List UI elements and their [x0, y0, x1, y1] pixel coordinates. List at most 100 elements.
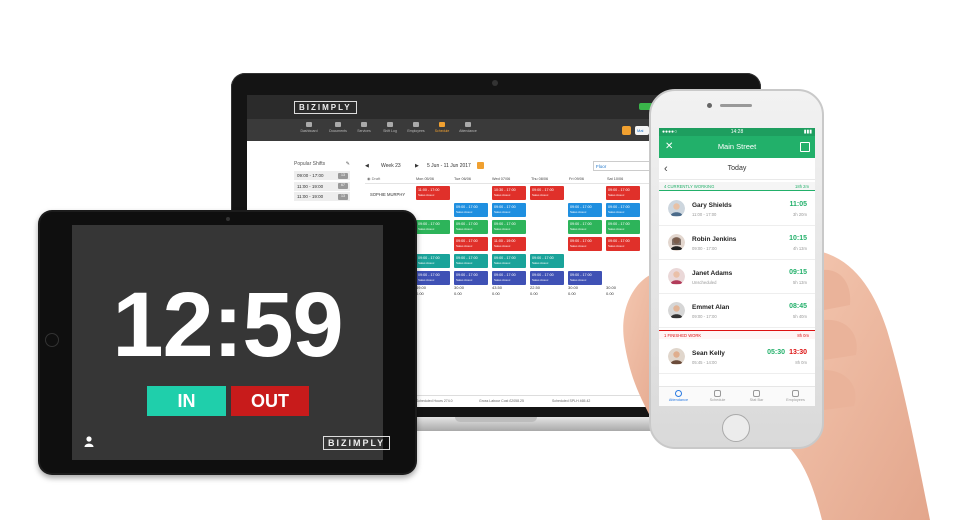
calendar-icon[interactable] [477, 162, 484, 169]
shift-block[interactable]: 09:00 - 17:00 Sales Assoc [454, 237, 488, 251]
scheduled-hours: Scheduled Hours 274.0 [416, 399, 453, 403]
tablet-logo: BIZIMPLY [323, 436, 391, 450]
draft-toggle[interactable]: ◉ Draft [367, 176, 380, 181]
avatar [668, 234, 685, 251]
shift-block[interactable]: 09:00 - 17:00 Sales Assoc [492, 271, 526, 285]
notification-icon[interactable] [622, 126, 631, 135]
laptop-notch [455, 417, 537, 422]
popular-shift-row[interactable]: 11:00 - 19:00 67 [294, 181, 350, 191]
attendance-icon [465, 122, 471, 127]
close-icon[interactable]: ✕ [665, 136, 673, 158]
shift-block[interactable]: 09:00 - 17:00 Sales Assoc [416, 220, 450, 234]
location-select[interactable]: Mai [635, 126, 649, 135]
employees-icon [413, 122, 419, 127]
shift-block[interactable]: 09:00 - 17:00 Sales Assoc [530, 186, 564, 200]
finished-section-header: 1 FINISHED WORK 8h 0m [659, 330, 815, 339]
shift-block[interactable]: 09:00 - 17:00 Sales Assoc [568, 237, 602, 251]
day-total: 22.50 0.00 [530, 285, 541, 296]
shift-block[interactable]: 09:00 - 17:00 Sales Assoc [606, 186, 640, 200]
shift-block[interactable]: 09:00 - 17:00 Sales Assoc [492, 220, 526, 234]
clock-in-button[interactable]: IN [147, 386, 226, 416]
next-week-icon[interactable]: ▶ [415, 163, 419, 169]
back-chevron-icon[interactable]: ‹ [664, 158, 668, 180]
shift-block[interactable]: 09:00 - 17:00 Sales Assoc [454, 220, 488, 234]
app-logo[interactable]: BIZIMPLY [294, 101, 357, 114]
shift-log-icon [387, 122, 393, 127]
tab-employees[interactable]: Employees [776, 390, 815, 402]
shift-block[interactable]: 11:00 - 19:00 Sales Assoc [492, 237, 526, 251]
tablet-screen: 12:59 IN OUT BIZIMPLY [72, 225, 391, 460]
shift-block[interactable]: 09:00 - 17:00 Sales Assoc [454, 271, 488, 285]
popular-shifts-title: Popular Shifts [294, 161, 326, 167]
day-total: 30.00 0.00 [568, 285, 579, 296]
battery-icon: ▮▮▮ [803, 129, 812, 135]
prev-week-icon[interactable]: ◀ [365, 163, 369, 169]
employee-row[interactable]: Sean Kelly 05:45 - 14:00 05:30 13:30 8h … [659, 340, 815, 374]
shift-block[interactable]: 09:00 - 17:00 Sales Assoc [416, 271, 450, 285]
status-time: 14:28 [730, 129, 744, 135]
labour-cost: Gross Labour Cost £2058.25 [479, 399, 524, 403]
shift-block[interactable]: 09:00 - 17:00 Sales Assoc [606, 203, 640, 217]
date-title: Today [727, 165, 747, 172]
week-label: Week 23 [381, 163, 401, 169]
employee-row[interactable]: Gary Shields 11:00 - 17:00 11:05 3h 20m [659, 192, 815, 226]
employee-name: SOPHIE MURPHY [370, 192, 406, 197]
clock-out-button[interactable]: OUT [231, 386, 309, 416]
date-bar: ‹ Today [659, 158, 815, 180]
shift-block[interactable]: 09:00 - 17:00 Sales Assoc [530, 271, 564, 285]
date-range: 5 Jun - 11 Jun 2017 [427, 163, 471, 169]
phone-camera [707, 103, 712, 108]
nav-dashboard[interactable]: Dashboard [294, 122, 324, 133]
tab-schedule[interactable]: Schedule [698, 390, 737, 402]
tablet-home-button[interactable] [45, 333, 59, 347]
phone-header: ✕ Main Street [659, 136, 815, 158]
shift-block[interactable]: 09:00 - 17:00 Sales Assoc [568, 271, 602, 285]
popular-shift-row[interactable]: 11:00 - 19:00 13 [294, 192, 350, 201]
avatar [668, 268, 685, 285]
header-title: Main Street [717, 142, 757, 151]
shift-block[interactable]: 10:30 - 17:00 Sales Assoc [492, 186, 526, 200]
product-composite: BIZIMPLY Dashboard Documents Services Sh… [0, 0, 960, 520]
shift-block[interactable]: 09:00 - 17:00 Sales Assoc [454, 203, 488, 217]
employee-row[interactable]: Robin Jenkins 09:00 - 17:00 10:15 4h 13m [659, 226, 815, 260]
popular-shift-row[interactable]: 09:00 - 17:00 13 [294, 171, 350, 180]
nav-attendance[interactable]: Attendance [453, 122, 483, 133]
avatar [668, 200, 685, 217]
employee-row[interactable]: Janet Adams Unscheduled 09:15 5h 13m [659, 260, 815, 294]
day-header: Thu 08/06 [531, 177, 549, 181]
calendar-icon[interactable] [800, 142, 810, 152]
floor-select[interactable]: Floor [593, 161, 653, 171]
status-bar: ●●●●○ 14:28 ▮▮▮ [659, 128, 815, 136]
shift-count-badge: 13 [338, 172, 348, 179]
shift-block[interactable]: 09:00 - 17:00 Sales Assoc [568, 203, 602, 217]
working-section-header: 4 CURRENTLY WORKING 18h 2m [659, 182, 815, 191]
shift-block[interactable]: 09:00 - 17:00 Sales Assoc [492, 203, 526, 217]
day-header: Fri 09/06 [569, 177, 584, 181]
avatar [668, 302, 685, 319]
shift-block[interactable]: 09:00 - 17:00 Sales Assoc [492, 254, 526, 268]
phone-home-button[interactable] [722, 414, 750, 442]
edit-icon[interactable]: ✎ [346, 161, 350, 167]
day-header: Wed 07/06 [492, 177, 511, 181]
day-header: Sat 10/06 [607, 177, 624, 181]
calendar-icon [714, 390, 721, 397]
shift-block[interactable]: 11:00 - 17:00 Sales Assoc [416, 186, 450, 200]
tab-stats[interactable]: Stat Bar [737, 390, 776, 402]
signal-icon: ●●●●○ [662, 129, 678, 135]
time-out: 13:30 [789, 349, 807, 356]
avatar [668, 348, 685, 365]
documents-icon [335, 122, 341, 127]
tab-attendance[interactable]: Attendance [659, 390, 698, 402]
shift-block[interactable]: 09:00 - 17:00 Sales Assoc [530, 254, 564, 268]
shift-block[interactable]: 09:00 - 17:00 Sales Assoc [416, 254, 450, 268]
shift-count-badge: 13 [338, 193, 348, 200]
people-icon [792, 390, 799, 397]
shift-block[interactable]: 09:00 - 17:00 Sales Assoc [568, 220, 602, 234]
day-total: 43.50 0.00 [492, 285, 503, 296]
time-in: 05:30 [767, 349, 785, 356]
day-total: 30.00 0.00 [454, 285, 465, 296]
shift-count-badge: 67 [338, 183, 348, 189]
shift-block[interactable]: 09:00 - 17:00 Sales Assoc [454, 254, 488, 268]
user-icon[interactable] [84, 436, 94, 447]
employee-row[interactable]: Emmet Alan 09:00 - 17:00 08:45 5h 40m [659, 294, 815, 328]
